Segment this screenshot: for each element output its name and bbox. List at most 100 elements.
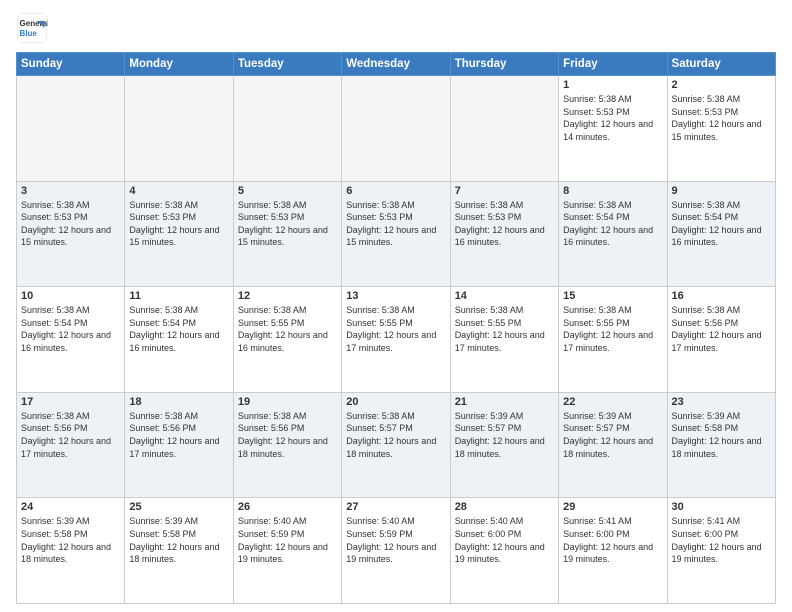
- day-cell: 19 Sunrise: 5:38 AM Sunset: 5:56 PM Dayli…: [233, 392, 341, 498]
- day-number: 9: [672, 185, 771, 197]
- day-number: 18: [129, 396, 228, 408]
- logo: General Blue: [16, 12, 48, 44]
- day-info: Sunrise: 5:38 AM Sunset: 5:53 PM Dayligh…: [238, 199, 337, 249]
- day-cell: 3 Sunrise: 5:38 AM Sunset: 5:53 PM Daylig…: [17, 181, 125, 287]
- day-number: 10: [21, 290, 120, 302]
- page: General Blue SundayMondayTuesdayWednesda…: [0, 0, 792, 612]
- day-cell: [233, 76, 341, 182]
- day-cell: 16 Sunrise: 5:38 AM Sunset: 5:56 PM Dayli…: [667, 287, 775, 393]
- day-info: Sunrise: 5:38 AM Sunset: 5:53 PM Dayligh…: [672, 93, 771, 143]
- day-info: Sunrise: 5:38 AM Sunset: 5:53 PM Dayligh…: [129, 199, 228, 249]
- svg-text:Blue: Blue: [20, 29, 38, 38]
- day-info: Sunrise: 5:38 AM Sunset: 5:56 PM Dayligh…: [21, 410, 120, 460]
- day-info: Sunrise: 5:38 AM Sunset: 5:53 PM Dayligh…: [563, 93, 662, 143]
- day-info: Sunrise: 5:38 AM Sunset: 5:54 PM Dayligh…: [672, 199, 771, 249]
- day-number: 7: [455, 185, 554, 197]
- day-cell: [450, 76, 558, 182]
- day-cell: 29 Sunrise: 5:41 AM Sunset: 6:00 PM Dayli…: [559, 498, 667, 604]
- day-cell: 13 Sunrise: 5:38 AM Sunset: 5:55 PM Dayli…: [342, 287, 450, 393]
- day-info: Sunrise: 5:38 AM Sunset: 5:57 PM Dayligh…: [346, 410, 445, 460]
- day-number: 3: [21, 185, 120, 197]
- weekday-header-sunday: Sunday: [17, 53, 125, 76]
- day-cell: 26 Sunrise: 5:40 AM Sunset: 5:59 PM Dayli…: [233, 498, 341, 604]
- day-cell: 14 Sunrise: 5:38 AM Sunset: 5:55 PM Dayli…: [450, 287, 558, 393]
- day-cell: [17, 76, 125, 182]
- day-info: Sunrise: 5:38 AM Sunset: 5:56 PM Dayligh…: [672, 304, 771, 354]
- day-number: 12: [238, 290, 337, 302]
- day-number: 19: [238, 396, 337, 408]
- day-cell: 23 Sunrise: 5:39 AM Sunset: 5:58 PM Dayli…: [667, 392, 775, 498]
- day-cell: 20 Sunrise: 5:38 AM Sunset: 5:57 PM Dayli…: [342, 392, 450, 498]
- day-number: 28: [455, 501, 554, 513]
- day-info: Sunrise: 5:38 AM Sunset: 5:54 PM Dayligh…: [563, 199, 662, 249]
- calendar-table: SundayMondayTuesdayWednesdayThursdayFrid…: [16, 52, 776, 604]
- day-info: Sunrise: 5:38 AM Sunset: 5:54 PM Dayligh…: [21, 304, 120, 354]
- day-info: Sunrise: 5:38 AM Sunset: 5:55 PM Dayligh…: [238, 304, 337, 354]
- day-number: 27: [346, 501, 445, 513]
- day-cell: 9 Sunrise: 5:38 AM Sunset: 5:54 PM Daylig…: [667, 181, 775, 287]
- day-number: 25: [129, 501, 228, 513]
- day-cell: 10 Sunrise: 5:38 AM Sunset: 5:54 PM Dayli…: [17, 287, 125, 393]
- day-cell: 11 Sunrise: 5:38 AM Sunset: 5:54 PM Dayli…: [125, 287, 233, 393]
- day-cell: 17 Sunrise: 5:38 AM Sunset: 5:56 PM Dayli…: [17, 392, 125, 498]
- day-number: 21: [455, 396, 554, 408]
- day-cell: [342, 76, 450, 182]
- day-number: 1: [563, 79, 662, 91]
- day-info: Sunrise: 5:38 AM Sunset: 5:55 PM Dayligh…: [346, 304, 445, 354]
- day-number: 24: [21, 501, 120, 513]
- day-cell: 4 Sunrise: 5:38 AM Sunset: 5:53 PM Daylig…: [125, 181, 233, 287]
- day-cell: [125, 76, 233, 182]
- week-row-1: 1 Sunrise: 5:38 AM Sunset: 5:53 PM Daylig…: [17, 76, 776, 182]
- day-number: 8: [563, 185, 662, 197]
- weekday-header-thursday: Thursday: [450, 53, 558, 76]
- day-number: 13: [346, 290, 445, 302]
- day-number: 29: [563, 501, 662, 513]
- day-cell: 30Sunrise: 5:41 AM Sunset: 6:00 PM Dayli…: [667, 498, 775, 604]
- week-row-3: 10 Sunrise: 5:38 AM Sunset: 5:54 PM Dayli…: [17, 287, 776, 393]
- day-info: Sunrise: 5:40 AM Sunset: 5:59 PM Dayligh…: [346, 515, 445, 565]
- day-info: Sunrise: 5:39 AM Sunset: 5:57 PM Dayligh…: [455, 410, 554, 460]
- day-number: 2: [672, 79, 771, 91]
- day-cell: 21 Sunrise: 5:39 AM Sunset: 5:57 PM Dayli…: [450, 392, 558, 498]
- day-number: 17: [21, 396, 120, 408]
- day-number: 5: [238, 185, 337, 197]
- day-number: 23: [672, 396, 771, 408]
- day-number: 26: [238, 501, 337, 513]
- day-info: Sunrise: 5:39 AM Sunset: 5:58 PM Dayligh…: [21, 515, 120, 565]
- day-number: 4: [129, 185, 228, 197]
- day-info: Sunrise: 5:39 AM Sunset: 5:58 PM Dayligh…: [672, 410, 771, 460]
- day-number: 14: [455, 290, 554, 302]
- day-info: Sunrise: 5:39 AM Sunset: 5:57 PM Dayligh…: [563, 410, 662, 460]
- weekday-header-wednesday: Wednesday: [342, 53, 450, 76]
- weekday-header-tuesday: Tuesday: [233, 53, 341, 76]
- day-cell: 8 Sunrise: 5:38 AM Sunset: 5:54 PM Daylig…: [559, 181, 667, 287]
- day-cell: 24 Sunrise: 5:39 AM Sunset: 5:58 PM Dayli…: [17, 498, 125, 604]
- day-info: Sunrise: 5:38 AM Sunset: 5:54 PM Dayligh…: [129, 304, 228, 354]
- day-number: 6: [346, 185, 445, 197]
- day-info: Sunrise: 5:40 AM Sunset: 5:59 PM Dayligh…: [238, 515, 337, 565]
- weekday-header-friday: Friday: [559, 53, 667, 76]
- day-number: 22: [563, 396, 662, 408]
- day-info: Sunrise: 5:41 AM Sunset: 6:00 PM Dayligh…: [563, 515, 662, 565]
- day-cell: 12 Sunrise: 5:38 AM Sunset: 5:55 PM Dayli…: [233, 287, 341, 393]
- day-cell: 27 Sunrise: 5:40 AM Sunset: 5:59 PM Dayli…: [342, 498, 450, 604]
- day-info: Sunrise: 5:40 AM Sunset: 6:00 PM Dayligh…: [455, 515, 554, 565]
- day-cell: 15Sunrise: 5:38 AM Sunset: 5:55 PM Dayli…: [559, 287, 667, 393]
- day-number: 20: [346, 396, 445, 408]
- day-cell: 7Sunrise: 5:38 AM Sunset: 5:53 PM Daylig…: [450, 181, 558, 287]
- day-number: 11: [129, 290, 228, 302]
- week-row-4: 17 Sunrise: 5:38 AM Sunset: 5:56 PM Dayli…: [17, 392, 776, 498]
- logo-icon: General Blue: [16, 12, 48, 44]
- day-info: Sunrise: 5:38 AM Sunset: 5:55 PM Dayligh…: [563, 304, 662, 354]
- day-info: Sunrise: 5:38 AM Sunset: 5:56 PM Dayligh…: [238, 410, 337, 460]
- day-info: Sunrise: 5:38 AM Sunset: 5:53 PM Dayligh…: [346, 199, 445, 249]
- day-info: Sunrise: 5:38 AM Sunset: 5:55 PM Dayligh…: [455, 304, 554, 354]
- day-cell: 28 Sunrise: 5:40 AM Sunset: 6:00 PM Dayli…: [450, 498, 558, 604]
- day-info: Sunrise: 5:38 AM Sunset: 5:56 PM Dayligh…: [129, 410, 228, 460]
- day-cell: 25Sunrise: 5:39 AM Sunset: 5:58 PM Dayli…: [125, 498, 233, 604]
- day-number: 16: [672, 290, 771, 302]
- day-cell: 6 Sunrise: 5:38 AM Sunset: 5:53 PM Daylig…: [342, 181, 450, 287]
- week-row-2: 3 Sunrise: 5:38 AM Sunset: 5:53 PM Daylig…: [17, 181, 776, 287]
- weekday-header-monday: Monday: [125, 53, 233, 76]
- day-info: Sunrise: 5:38 AM Sunset: 5:53 PM Dayligh…: [21, 199, 120, 249]
